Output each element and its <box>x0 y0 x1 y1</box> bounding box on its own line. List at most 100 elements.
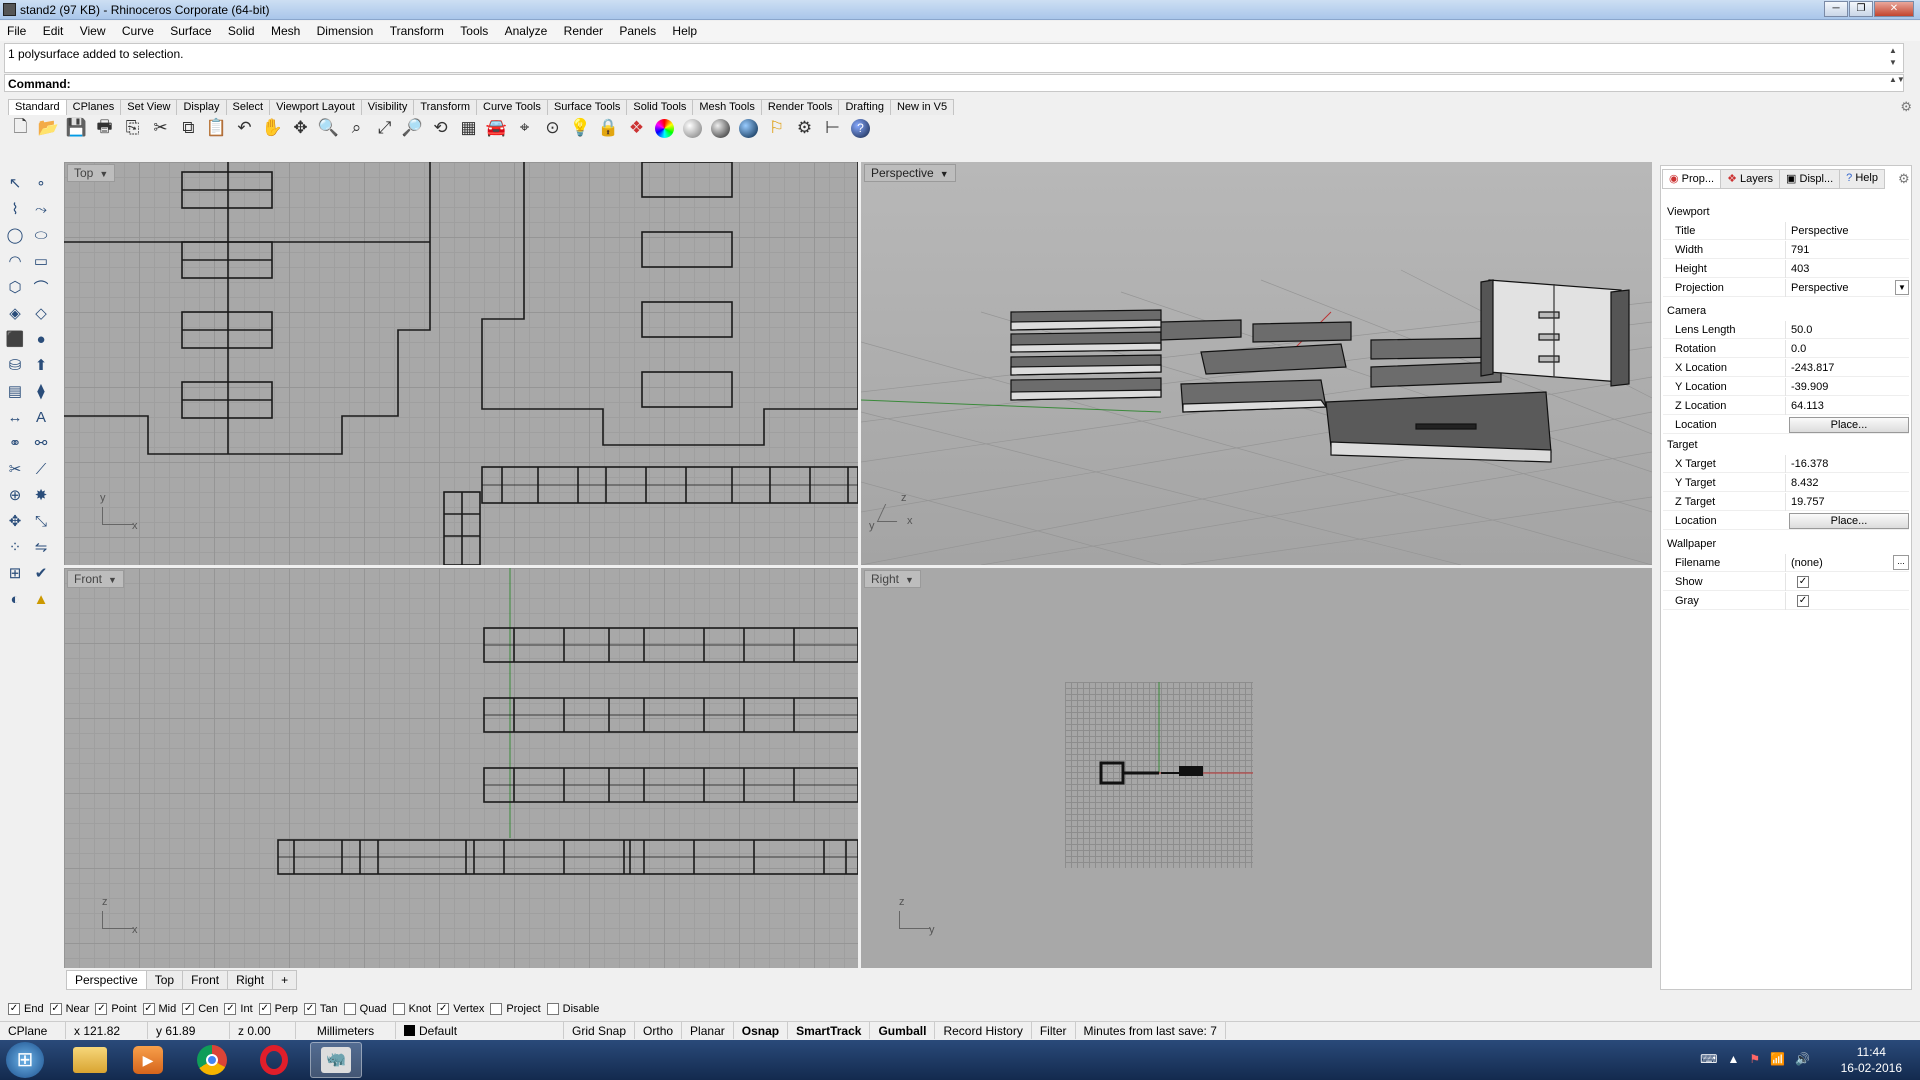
viewport-perspective-title[interactable]: Perspective ▼ <box>864 164 956 182</box>
explode-icon[interactable]: ✸ <box>28 482 54 508</box>
loft-icon[interactable]: ◇ <box>28 300 54 326</box>
command-scroll-icon[interactable]: ▲▼ <box>1889 75 1905 84</box>
ellipse-icon[interactable]: ⬭ <box>28 222 54 248</box>
render-icon[interactable]: ◐ <box>2 586 28 612</box>
analyze-icon[interactable]: ⊞ <box>2 560 28 586</box>
smarttrack-toggle[interactable]: SmartTrack <box>788 1022 871 1039</box>
viewport-front[interactable]: Front ▼ z x <box>64 568 858 968</box>
cplane-icon[interactable]: ⌖ <box>512 116 537 141</box>
shaded-sphere-icon[interactable] <box>680 116 705 141</box>
tab-help[interactable]: ? Help <box>1839 169 1885 189</box>
ungroup-icon[interactable]: ⚯ <box>28 430 54 456</box>
command-line[interactable]: Command: ▲▼ <box>4 74 1905 92</box>
tab-layers[interactable]: ❖ Layers <box>1720 169 1781 189</box>
status-units[interactable]: Millimeters <box>296 1022 396 1039</box>
save-icon[interactable]: 💾 <box>64 116 89 141</box>
tab-cplanes[interactable]: CPlanes <box>65 99 122 115</box>
target-place-button[interactable]: Place... <box>1789 513 1909 529</box>
text-icon[interactable]: A <box>28 404 54 430</box>
polygon-icon[interactable]: ⬡ <box>2 274 28 300</box>
status-layer[interactable]: Default <box>396 1022 564 1039</box>
menu-edit[interactable]: Edit <box>36 21 70 38</box>
tab-visibility[interactable]: Visibility <box>360 99 415 115</box>
y-target-value[interactable]: 8.432 <box>1791 477 1819 489</box>
chevron-down-icon[interactable]: ▼ <box>1895 280 1909 295</box>
four-view-icon[interactable]: ▦ <box>456 116 481 141</box>
planar-toggle[interactable]: Planar <box>682 1022 734 1039</box>
chrome-icon[interactable] <box>186 1042 238 1078</box>
menu-surface[interactable]: Surface <box>163 21 217 38</box>
point-tool-icon[interactable]: ∘ <box>28 170 54 196</box>
minimize-button[interactable]: ─ <box>1824 1 1848 17</box>
explorer-icon[interactable] <box>64 1042 116 1078</box>
move-icon[interactable]: ✥ <box>288 116 313 141</box>
osnap-end-checkbox[interactable]: ✓ <box>8 1003 20 1015</box>
viewport-perspective[interactable]: Perspective ▼ z y x <box>861 162 1652 565</box>
layer-icon[interactable]: ❖ <box>624 116 649 141</box>
tab-curve-tools[interactable]: Curve Tools <box>476 99 548 115</box>
filter-toggle[interactable]: Filter <box>1032 1022 1076 1039</box>
menu-transform[interactable]: Transform <box>383 21 450 38</box>
menu-curve[interactable]: Curve <box>115 21 160 38</box>
viewport-front-title[interactable]: Front ▼ <box>67 570 124 588</box>
osnap-project[interactable]: Project <box>490 1003 541 1015</box>
prop-title-value[interactable]: Perspective <box>1791 225 1848 237</box>
menu-dimension[interactable]: Dimension <box>310 21 380 38</box>
prop-width-value[interactable]: 791 <box>1791 244 1809 256</box>
osnap-perp-checkbox[interactable]: ✓ <box>258 1003 271 1015</box>
zoom-selected-icon[interactable]: 🔎 <box>400 116 425 141</box>
chevron-down-icon[interactable]: ▼ <box>940 169 949 179</box>
viewport-tab-perspective[interactable]: Perspective <box>66 970 147 990</box>
camera-place-button[interactable]: Place... <box>1789 417 1909 433</box>
cylinder-icon[interactable]: ⛁ <box>2 352 28 378</box>
pan-icon[interactable]: ✋ <box>260 116 285 141</box>
gumball-toggle[interactable]: Gumball <box>870 1022 936 1039</box>
gray-checkbox[interactable]: ✓ <box>1797 595 1809 607</box>
polyline-icon[interactable]: ⌇ <box>2 196 28 222</box>
mirror-icon[interactable]: ⇋ <box>28 534 54 560</box>
viewport-top[interactable]: Top ▼ y x <box>64 162 858 565</box>
osnap-disable-checkbox[interactable] <box>546 1003 559 1015</box>
browse-file-button[interactable]: ... <box>1893 555 1909 570</box>
viewport-tab-front[interactable]: Front <box>182 970 229 990</box>
osnap-tan[interactable]: ✓ Tan <box>303 1003 338 1015</box>
help-icon[interactable]: ? <box>848 116 873 141</box>
scale-icon[interactable]: ⤡ <box>28 508 54 534</box>
volume-icon[interactable]: 🔊 <box>1795 1052 1810 1066</box>
opera-icon[interactable] <box>248 1042 300 1078</box>
z-location-value[interactable]: 64.113 <box>1791 400 1824 412</box>
render-sphere-icon[interactable] <box>736 116 761 141</box>
tab-drafting[interactable]: Drafting <box>838 99 891 115</box>
undo-icon[interactable]: ↶ <box>232 116 257 141</box>
color-wheel-icon[interactable] <box>652 116 677 141</box>
cut-icon[interactable]: ✂ <box>148 116 173 141</box>
settings-icon[interactable]: ⚙ <box>792 116 817 141</box>
media-player-icon[interactable]: ▶ <box>122 1042 174 1078</box>
osnap-mid-checkbox[interactable]: ✓ <box>142 1003 155 1015</box>
tab-render-tools[interactable]: Render Tools <box>760 99 840 115</box>
osnap-int-checkbox[interactable]: ✓ <box>224 1003 237 1015</box>
tab-select[interactable]: Select <box>225 99 271 115</box>
tab-new-in-v5[interactable]: New in V5 <box>889 99 955 115</box>
osnap-knot[interactable]: Knot <box>392 1003 431 1015</box>
car-icon[interactable]: 🚘 <box>484 116 509 141</box>
command-history[interactable]: 1 polysurface added to selection. ▲ ▼ <box>4 43 1904 73</box>
x-location-value[interactable]: -243.817 <box>1791 362 1834 374</box>
osnap-int[interactable]: ✓ Int <box>224 1003 253 1015</box>
keyboard-icon[interactable]: ⌨ <box>1700 1052 1717 1066</box>
osnap-near[interactable]: ✓ Near <box>49 1003 89 1015</box>
dimension-icon[interactable]: ⊢ <box>820 116 845 141</box>
tab-display[interactable]: Display <box>176 99 227 115</box>
show-checkbox[interactable]: ✓ <box>1797 576 1809 588</box>
light-icon[interactable]: 💡 <box>568 116 593 141</box>
group-icon[interactable]: ⚭ <box>2 430 28 456</box>
dimension-tool-icon[interactable]: ↔ <box>2 404 28 430</box>
rhino-taskbar-icon[interactable]: 🦏 <box>310 1042 362 1078</box>
chevron-down-icon[interactable]: ▼ <box>905 575 914 585</box>
z-target-value[interactable]: 19.757 <box>1791 496 1825 508</box>
menu-panels[interactable]: Panels <box>612 21 662 38</box>
lens-length-value[interactable]: 50.0 <box>1791 324 1812 336</box>
zoom-icon[interactable]: 🔍 <box>316 116 341 141</box>
rectangle-icon[interactable]: ▭ <box>28 248 54 274</box>
select-arrow-icon[interactable]: ↖ <box>2 170 28 196</box>
